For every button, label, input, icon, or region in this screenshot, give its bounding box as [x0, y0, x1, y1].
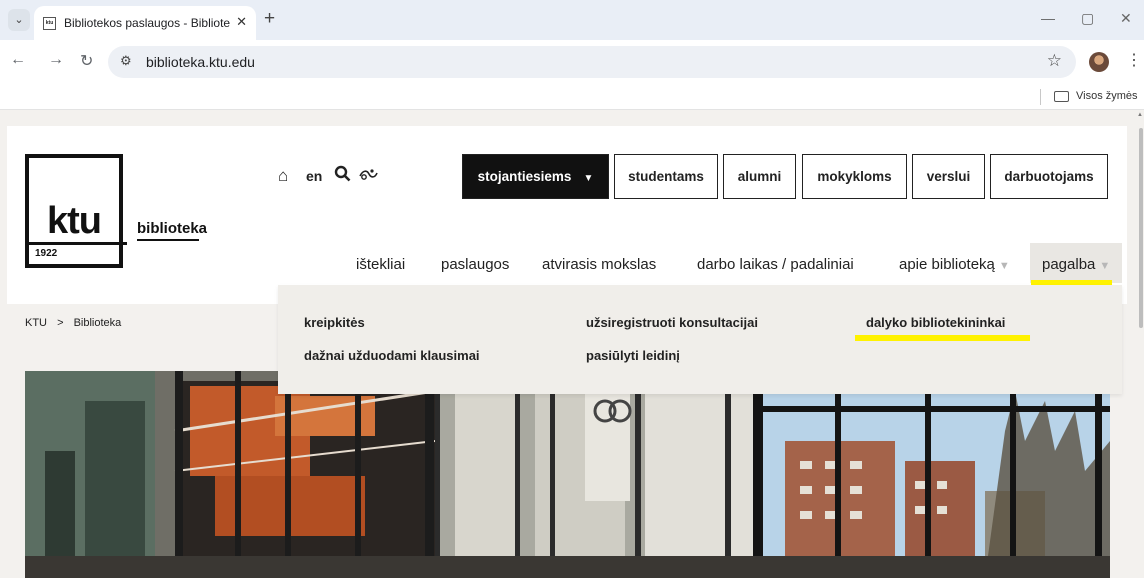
tab-strip: ⌄ ktu Bibliotekos paslaugos - Bibliote ✕…	[0, 0, 1144, 40]
profile-avatar[interactable]	[1089, 52, 1109, 72]
audience-label: darbuotojams	[1004, 169, 1094, 184]
chevron-down-icon: ▼	[1099, 260, 1111, 272]
audience-label: studentams	[628, 169, 704, 184]
audience-button-verslui[interactable]: verslui	[912, 154, 985, 199]
star-icon[interactable]: ☆	[1047, 51, 1062, 71]
nav-label: pagalba	[1042, 256, 1096, 273]
dropdown-item-duk[interactable]: dažnai užduodami klausimai	[304, 348, 480, 363]
dropdown-item-kreipkites[interactable]: kreipkitės	[304, 315, 365, 330]
breadcrumb-home[interactable]: KTU	[25, 317, 47, 329]
breadcrumb-current: Biblioteka	[73, 317, 122, 329]
home-icon[interactable]: ⌂	[278, 166, 288, 186]
nav-item-pagalba[interactable]: pagalba ▼	[1042, 256, 1110, 273]
logo-divider	[29, 242, 127, 245]
nav-item-paslaugos[interactable]: paslaugos	[441, 256, 509, 273]
tab-close-icon[interactable]: ✕	[236, 14, 247, 30]
browser-toolbar: ← → ↻ ⚙ biblioteka.ktu.edu ☆ ⋮	[0, 40, 1144, 84]
scrollbar-thumb[interactable]	[1139, 128, 1143, 328]
tab-search-icon[interactable]: ⌄	[8, 9, 30, 31]
nav-item-darbo-laikas[interactable]: darbo laikas / padaliniai	[697, 256, 854, 273]
site-header	[7, 126, 1127, 304]
reload-icon[interactable]: ↻	[80, 51, 93, 71]
audience-button-mokykloms[interactable]: mokykloms	[802, 154, 907, 199]
bookmarks-folder-label[interactable]: Visos žymės	[1076, 90, 1138, 102]
dropdown-item-pasiulyti-leidini[interactable]: pasiūlyti leidinį	[586, 348, 680, 363]
scroll-up-icon[interactable]: ▲	[1137, 112, 1143, 118]
close-icon[interactable]: ✕	[1120, 10, 1132, 27]
accessibility-icon[interactable]	[358, 166, 378, 187]
favicon: ktu	[43, 17, 56, 30]
dropdown-item-konsultacija[interactable]: užsiregistruoti konsultacijai	[586, 315, 758, 330]
audience-button-studentams[interactable]: studentams	[614, 154, 718, 199]
folder-icon[interactable]	[1054, 91, 1069, 102]
audience-label: stojantiesiems	[477, 169, 572, 184]
forward-icon[interactable]: →	[48, 51, 64, 69]
logo-subtitle[interactable]: biblioteka	[137, 220, 207, 237]
breadcrumb-separator: >	[57, 317, 64, 329]
logo-text: ktu	[47, 200, 102, 242]
nav-label: apie biblioteką	[899, 256, 995, 273]
bookmarks-bar: Visos žymės	[0, 84, 1144, 110]
chevron-down-icon: ▼	[998, 260, 1010, 272]
logo-subtitle-underline	[137, 239, 199, 241]
search-icon[interactable]	[334, 165, 351, 187]
tab-title: Bibliotekos paslaugos - Bibliote	[64, 16, 231, 30]
audience-label: mokykloms	[817, 169, 892, 184]
audience-label: verslui	[926, 169, 971, 184]
bookmarks-divider	[1040, 89, 1041, 105]
audience-button-darbuotojams[interactable]: darbuotojams	[990, 154, 1108, 199]
nav-item-atvirasis-mokslas[interactable]: atvirasis mokslas	[542, 256, 656, 273]
back-icon[interactable]: ←	[10, 51, 26, 69]
breadcrumb: KTU > Biblioteka	[25, 317, 121, 329]
chevron-down-icon: ▼	[583, 173, 594, 184]
address-bar[interactable]: ⚙ biblioteka.ktu.edu ☆	[108, 46, 1076, 78]
dropdown-item-dalyko-bibliotekininkai[interactable]: dalyko bibliotekininkai	[866, 315, 1005, 330]
minimize-icon[interactable]: —	[1041, 10, 1055, 26]
logo-year: 1922	[35, 248, 58, 259]
ktu-logo[interactable]: ktu 1922	[25, 154, 127, 268]
maximize-icon[interactable]: ▢	[1081, 10, 1094, 27]
audience-button-stojantiesiems[interactable]: stojantiesiems ▼	[462, 154, 609, 199]
audience-label: alumni	[737, 169, 782, 184]
new-tab-icon[interactable]: +	[264, 9, 275, 29]
audience-button-alumni[interactable]: alumni	[723, 154, 796, 199]
site-settings-icon[interactable]: ⚙	[120, 53, 132, 69]
url-text[interactable]: biblioteka.ktu.edu	[146, 54, 255, 70]
language-switch[interactable]: en	[306, 168, 322, 184]
browser-tab[interactable]: ktu Bibliotekos paslaugos - Bibliote ✕	[34, 6, 256, 40]
menu-icon[interactable]: ⋮	[1126, 50, 1142, 70]
highlight-marker	[855, 335, 1030, 341]
nav-item-apie-biblioteka[interactable]: apie biblioteką ▼	[899, 256, 1010, 273]
nav-item-istekliai[interactable]: ištekliai	[356, 256, 405, 273]
hero-image	[25, 371, 1110, 578]
